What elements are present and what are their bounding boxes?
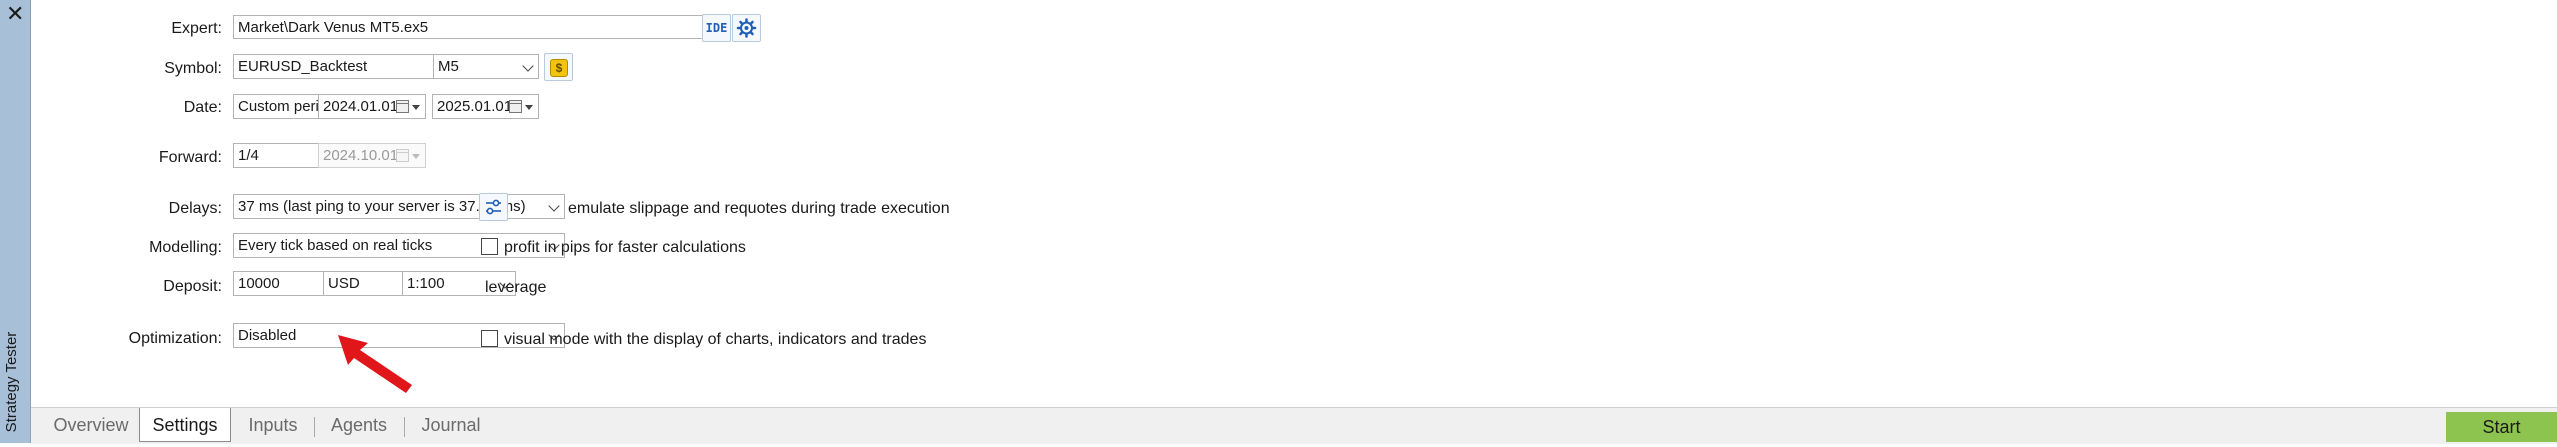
expert-field[interactable]: Market\Dark Venus MT5.ex5 <box>233 15 706 39</box>
leverage-text: leverage <box>485 279 547 296</box>
tab-journal[interactable]: Journal <box>406 410 496 440</box>
expert-settings-button[interactable] <box>732 14 761 42</box>
tab-inputs[interactable]: Inputs <box>234 410 312 440</box>
forward-label: Forward: <box>158 149 222 166</box>
deposit-amount-value: 10000 <box>238 275 280 292</box>
delays-label: Delays: <box>168 200 222 217</box>
tab-agents[interactable]: Agents <box>316 410 402 440</box>
ide-button[interactable]: IDE <box>702 14 731 42</box>
dropdown-arrow-icon <box>412 105 420 110</box>
tab-separator <box>404 417 405 437</box>
date-label: Date: <box>183 99 222 116</box>
forward-date-value: 2024.10.01 <box>323 147 399 164</box>
expert-value: Market\Dark Venus MT5.ex5 <box>238 19 429 36</box>
optimization-label: Optimization: <box>128 330 222 347</box>
chevron-down-icon <box>548 200 560 212</box>
settings-panel: Expert: Market\Dark Venus MT5.ex5 IDE Sy… <box>31 0 2557 407</box>
date-from-picker[interactable]: 2024.01.01 <box>318 94 426 119</box>
symbol-value: EURUSD_Backtest <box>238 58 368 75</box>
side-panel-strip: ✕ Strategy Tester <box>0 0 31 443</box>
bottom-tab-bar: Overview Settings Inputs Agents Journal … <box>31 407 2557 444</box>
annotation-arrow <box>338 335 412 393</box>
calendar-icon <box>509 100 522 113</box>
coin-icon: $ <box>550 59 568 77</box>
timeframe-value: M5 <box>438 58 459 75</box>
calendar-icon <box>396 149 409 162</box>
dropdown-arrow-icon <box>525 105 533 110</box>
emulate-slippage-text: emulate slippage and requotes during tra… <box>568 200 950 217</box>
profit-in-pips-text: profit in pips for faster calculations <box>504 239 746 256</box>
tab-settings[interactable]: Settings <box>139 408 231 442</box>
timeframe-select[interactable]: M5 <box>433 54 539 79</box>
modelling-label: Modelling: <box>149 239 222 256</box>
delay-settings-button[interactable] <box>479 193 508 221</box>
symbol-properties-button[interactable]: $ <box>544 53 573 81</box>
chevron-down-icon <box>522 60 534 72</box>
date-from-value: 2024.01.01 <box>323 98 399 115</box>
profit-in-pips-checkbox[interactable] <box>481 238 498 255</box>
expert-label: Expert: <box>171 20 222 37</box>
close-icon[interactable]: ✕ <box>6 2 24 26</box>
currency-value: USD <box>328 275 360 292</box>
panel-title: Strategy Tester <box>3 331 20 433</box>
dropdown-arrow-icon <box>412 154 420 159</box>
calendar-icon <box>396 100 409 113</box>
date-to-picker[interactable]: 2025.01.01 <box>432 94 539 119</box>
delays-select[interactable]: 37 ms (last ping to your server is 37.48… <box>233 194 565 219</box>
forward-value: 1/4 <box>238 147 259 164</box>
ide-label: IDE <box>705 21 728 35</box>
deposit-label: Deposit: <box>163 278 222 295</box>
leverage-value: 1:100 <box>407 275 445 292</box>
visual-mode-text: visual mode with the display of charts, … <box>504 331 927 348</box>
tab-overview[interactable]: Overview <box>43 410 139 440</box>
sliders-icon <box>486 199 501 215</box>
visual-mode-checkbox[interactable] <box>481 330 498 347</box>
start-button[interactable]: Start <box>2446 412 2557 442</box>
gear-icon <box>736 18 757 38</box>
modelling-value: Every tick based on real ticks <box>238 237 433 254</box>
optimization-value: Disabled <box>238 327 297 344</box>
symbol-label: Symbol: <box>164 60 222 77</box>
forward-date-picker: 2024.10.01 <box>318 143 426 168</box>
tab-separator <box>314 417 315 437</box>
date-to-value: 2025.01.01 <box>437 98 513 115</box>
